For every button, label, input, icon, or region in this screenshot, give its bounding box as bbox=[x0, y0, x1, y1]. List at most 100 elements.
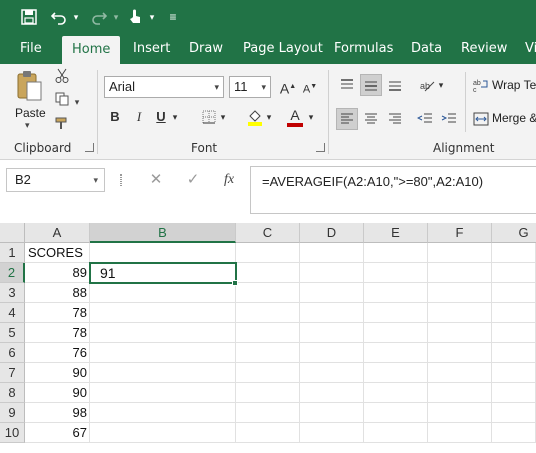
row-header[interactable]: 2 bbox=[0, 263, 25, 283]
empty-cell[interactable] bbox=[492, 263, 536, 283]
cell-a4[interactable]: 78 bbox=[25, 303, 90, 323]
empty-cell[interactable] bbox=[492, 283, 536, 303]
empty-cell[interactable] bbox=[428, 303, 492, 323]
empty-cell[interactable] bbox=[90, 243, 236, 263]
tab-home[interactable]: Home bbox=[62, 36, 121, 64]
empty-cell[interactable] bbox=[236, 343, 300, 363]
row-header[interactable]: 1 bbox=[0, 243, 25, 263]
italic-button[interactable]: I bbox=[128, 106, 150, 128]
font-color-dropdown-icon[interactable]: ▾ bbox=[306, 106, 316, 128]
merge-center-button[interactable]: Merge & bbox=[492, 111, 536, 125]
empty-cell[interactable] bbox=[236, 363, 300, 383]
copy-dropdown-icon[interactable]: ▾ bbox=[72, 92, 82, 112]
borders-dropdown-icon[interactable]: ▾ bbox=[218, 106, 228, 128]
decrease-indent-icon[interactable] bbox=[414, 108, 436, 130]
row-header[interactable]: 10 bbox=[0, 423, 25, 443]
orientation-icon[interactable]: ab bbox=[416, 74, 438, 96]
row-header[interactable]: 8 bbox=[0, 383, 25, 403]
underline-dropdown-icon[interactable]: ▾ bbox=[170, 106, 180, 128]
undo-dropdown-icon[interactable]: ▾ bbox=[70, 5, 82, 29]
insert-function-icon[interactable]: fx bbox=[218, 170, 240, 190]
empty-cell[interactable] bbox=[492, 403, 536, 423]
empty-cell[interactable] bbox=[428, 323, 492, 343]
underline-button[interactable]: U bbox=[150, 106, 172, 128]
empty-cell[interactable] bbox=[364, 363, 428, 383]
save-icon[interactable] bbox=[18, 5, 40, 29]
empty-cell[interactable] bbox=[236, 283, 300, 303]
borders-icon[interactable] bbox=[198, 106, 220, 128]
empty-cell[interactable] bbox=[428, 283, 492, 303]
paste-label[interactable]: Paste bbox=[15, 106, 46, 120]
empty-cell[interactable] bbox=[364, 303, 428, 323]
empty-cell[interactable] bbox=[364, 403, 428, 423]
cell-a7[interactable]: 90 bbox=[25, 363, 90, 383]
touch-mode-icon[interactable] bbox=[124, 5, 146, 29]
align-middle-icon[interactable] bbox=[360, 74, 382, 96]
empty-cell[interactable] bbox=[492, 423, 536, 443]
align-center-icon[interactable] bbox=[360, 108, 382, 130]
copy-icon[interactable] bbox=[52, 92, 72, 112]
font-launcher-icon[interactable] bbox=[316, 143, 325, 152]
tab-insert[interactable]: Insert bbox=[133, 34, 170, 64]
empty-cell[interactable] bbox=[236, 243, 300, 263]
tab-file[interactable]: File bbox=[20, 34, 42, 64]
bold-button[interactable]: B bbox=[104, 106, 126, 128]
empty-cell[interactable] bbox=[364, 383, 428, 403]
empty-cell[interactable] bbox=[492, 383, 536, 403]
empty-cell[interactable] bbox=[300, 243, 364, 263]
cell-a9[interactable]: 98 bbox=[25, 403, 90, 423]
customize-qat-icon[interactable]: ≡ bbox=[166, 5, 180, 29]
empty-cell[interactable] bbox=[428, 403, 492, 423]
formula-bar-resize-handle[interactable] bbox=[120, 174, 122, 186]
empty-cell[interactable] bbox=[300, 303, 364, 323]
tab-data[interactable]: Data bbox=[411, 34, 442, 64]
font-color-button[interactable]: A bbox=[284, 104, 306, 127]
column-header-f[interactable]: F bbox=[428, 223, 492, 243]
empty-cell[interactable] bbox=[90, 323, 236, 343]
formula-input[interactable]: =AVERAGEIF(A2:A10,">=80",A2:A10) bbox=[250, 166, 536, 214]
empty-cell[interactable] bbox=[492, 323, 536, 343]
empty-cell[interactable] bbox=[300, 283, 364, 303]
empty-cell[interactable] bbox=[90, 423, 236, 443]
empty-cell[interactable] bbox=[300, 423, 364, 443]
empty-cell[interactable] bbox=[236, 323, 300, 343]
column-header-g[interactable]: G bbox=[492, 223, 536, 243]
undo-icon[interactable] bbox=[48, 5, 70, 29]
fill-handle[interactable] bbox=[232, 280, 238, 286]
empty-cell[interactable] bbox=[428, 243, 492, 263]
merge-center-icon[interactable] bbox=[470, 108, 492, 130]
touch-dropdown-icon[interactable]: ▾ bbox=[146, 5, 158, 29]
empty-cell[interactable] bbox=[90, 403, 236, 423]
empty-cell[interactable] bbox=[90, 303, 236, 323]
grow-font-button[interactable]: A▲ bbox=[277, 76, 299, 98]
empty-cell[interactable] bbox=[300, 343, 364, 363]
empty-cell[interactable] bbox=[236, 263, 300, 283]
empty-cell[interactable] bbox=[428, 343, 492, 363]
cell-a10[interactable]: 67 bbox=[25, 423, 90, 443]
orientation-dropdown-icon[interactable]: ▾ bbox=[436, 74, 446, 96]
format-painter-icon[interactable] bbox=[52, 116, 72, 136]
empty-cell[interactable] bbox=[90, 383, 236, 403]
empty-cell[interactable] bbox=[428, 363, 492, 383]
wrap-text-icon[interactable]: ab c bbox=[470, 74, 492, 96]
cancel-icon[interactable]: ✕ bbox=[146, 170, 166, 190]
fill-color-icon[interactable] bbox=[244, 106, 266, 128]
empty-cell[interactable] bbox=[364, 263, 428, 283]
align-right-icon[interactable] bbox=[384, 108, 406, 130]
redo-dropdown-icon[interactable]: ▾ bbox=[110, 5, 122, 29]
row-header[interactable]: 4 bbox=[0, 303, 25, 323]
empty-cell[interactable] bbox=[492, 243, 536, 263]
row-header[interactable]: 5 bbox=[0, 323, 25, 343]
font-name-select[interactable]: Arial ▾ bbox=[104, 76, 224, 98]
cut-icon[interactable] bbox=[52, 68, 72, 90]
wrap-text-button[interactable]: Wrap Tex bbox=[492, 78, 536, 92]
empty-cell[interactable] bbox=[364, 323, 428, 343]
fill-color-dropdown-icon[interactable]: ▾ bbox=[264, 106, 274, 128]
empty-cell[interactable] bbox=[492, 363, 536, 383]
name-box[interactable]: B2 ▾ bbox=[6, 168, 105, 192]
cell-a6[interactable]: 76 bbox=[25, 343, 90, 363]
empty-cell[interactable] bbox=[492, 343, 536, 363]
column-header-e[interactable]: E bbox=[364, 223, 428, 243]
empty-cell[interactable] bbox=[236, 383, 300, 403]
empty-cell[interactable] bbox=[236, 403, 300, 423]
